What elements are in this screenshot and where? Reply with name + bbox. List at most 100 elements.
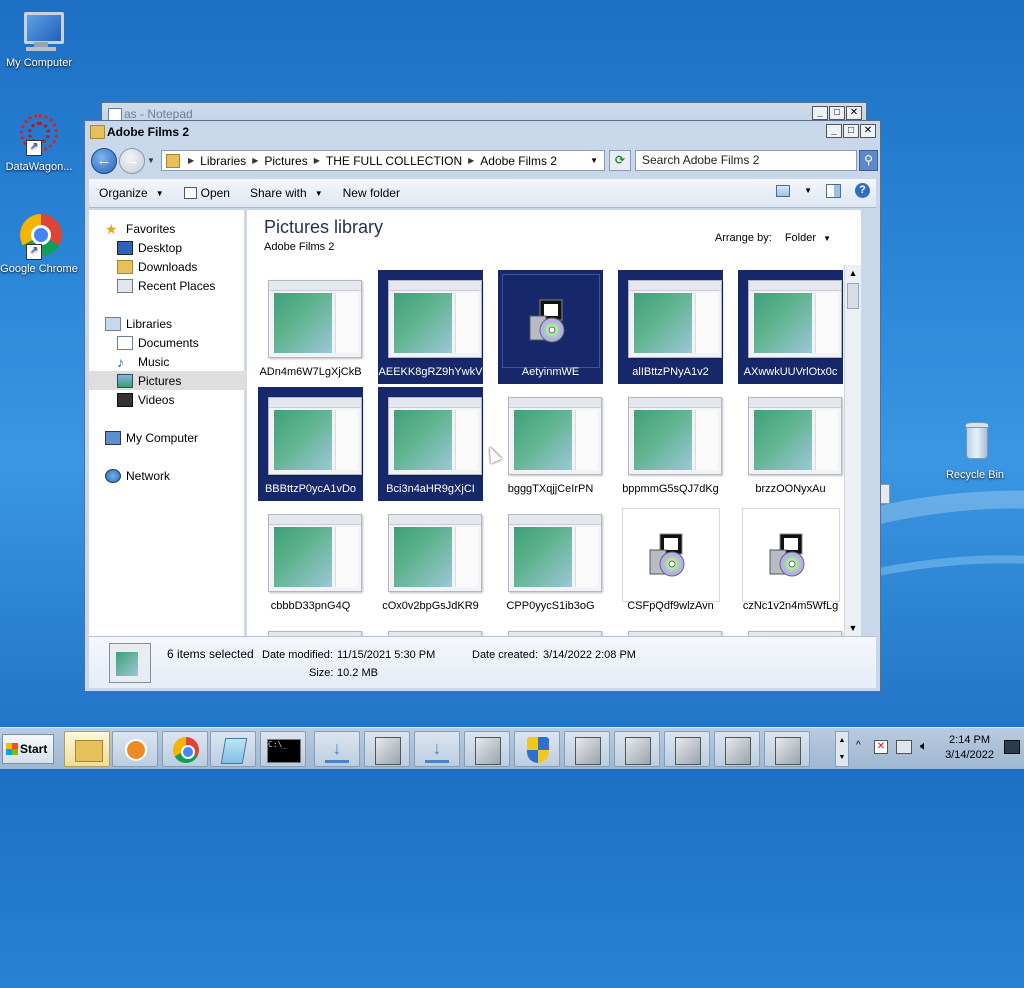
details-pane: 6 items selected Date modified: 11/15/20… [89, 636, 876, 688]
desktop-icon-datawagon[interactable]: ↗ DataWagon... [0, 112, 78, 173]
taskbar-installer-6[interactable] [614, 731, 660, 767]
volume-icon[interactable]: 🔈︎ [920, 738, 928, 754]
file-item-partial[interactable] [498, 621, 603, 636]
taskbar-installer-7[interactable] [664, 731, 710, 767]
file-item-image[interactable]: AXwwkUUVrlOtx0c [738, 270, 843, 384]
file-item-partial[interactable] [618, 621, 723, 636]
file-item-image[interactable]: alIBttzPNyA1v2 [618, 270, 723, 384]
show-hidden-icons[interactable]: ^ [856, 740, 861, 751]
desktop-icon-recycle-bin[interactable]: Recycle Bin [936, 420, 1014, 481]
forward-button[interactable]: → [119, 148, 145, 174]
view-options-icon[interactable] [776, 184, 791, 197]
minimize-button[interactable]: _ [826, 124, 842, 138]
nav-libraries[interactable]: Libraries [89, 314, 260, 333]
desktop-icon-my-computer[interactable]: My Computer [0, 8, 78, 69]
taskbar-notepad[interactable] [210, 731, 256, 767]
taskbar-installer-4[interactable] [464, 731, 510, 767]
nav-network[interactable]: Network [89, 466, 260, 485]
maximize-button[interactable]: □ [843, 124, 859, 138]
file-item-partial[interactable] [378, 621, 483, 636]
notepad-window-edge [880, 484, 890, 504]
file-item-image[interactable]: ADn4m6W7LgXjCkB [258, 270, 363, 384]
file-item-partial[interactable] [738, 621, 843, 636]
preview-pane-icon[interactable] [826, 183, 841, 198]
notepad-close-button[interactable]: ✕ [846, 106, 862, 120]
taskbar-explorer[interactable] [64, 731, 110, 767]
show-desktop-button[interactable] [1004, 740, 1020, 754]
breadcrumb-pictures[interactable]: Pictures [260, 154, 311, 168]
nav-desktop[interactable]: Desktop [89, 238, 272, 257]
organize-button[interactable]: Organize ▼ [89, 186, 174, 200]
address-dropdown-icon[interactable]: ▼ [590, 156, 598, 165]
downloads-icon [117, 259, 133, 274]
taskbar-scroll[interactable]: ▲ ▼ [835, 731, 849, 767]
file-item-image[interactable]: AEEKK8gRZ9hYwkV [378, 270, 483, 384]
nav-documents[interactable]: Documents [89, 333, 272, 352]
chevron-down-icon: ▼ [155, 188, 164, 198]
file-item-image[interactable]: CPP0yycS1ib3oG [498, 504, 603, 618]
file-item-installer[interactable]: AetyinmWE [498, 270, 603, 384]
file-item-image[interactable]: brzzOONyxAu [738, 387, 843, 501]
search-input[interactable]: Search Adobe Films 2 [635, 150, 857, 171]
taskbar-media-player[interactable] [112, 731, 158, 767]
file-item-installer[interactable]: CSFpQdf9wlzAvn [618, 504, 723, 618]
nav-favorites[interactable]: ★ Favorites [89, 219, 260, 238]
desktop-icon-chrome[interactable]: ↗ Google Chrome [0, 214, 78, 275]
scroll-up-arrow[interactable]: ▲ [845, 265, 861, 281]
file-item-image[interactable]: bppmmG5sQJ7dKg [618, 387, 723, 501]
clock-date: 3/14/2022 [945, 749, 994, 761]
taskbar-installer-5[interactable] [564, 731, 610, 767]
nav-downloads[interactable]: Downloads [89, 257, 272, 276]
notepad-minimize-button[interactable]: _ [812, 106, 828, 120]
notepad-maximize-button[interactable]: □ [829, 106, 845, 120]
recent-pages-dropdown[interactable]: ▼ [147, 156, 155, 165]
taskbar-installer-1[interactable]: ↓ [314, 731, 360, 767]
chevron-down-icon[interactable]: ▼ [804, 186, 812, 195]
taskbar-installer-9[interactable] [764, 731, 810, 767]
new-folder-button[interactable]: New folder [333, 186, 410, 200]
refresh-button[interactable]: ⟳ [609, 150, 631, 171]
scroll-thumb[interactable] [847, 283, 859, 309]
breadcrumb-libraries[interactable]: Libraries [196, 154, 250, 168]
desktop-icon-label: Google Chrome [0, 263, 78, 275]
vertical-scrollbar[interactable]: ▲ ▼ [844, 265, 861, 636]
file-item-installer[interactable]: czNc1v2n4m5WfLg [738, 504, 843, 618]
file-item-image[interactable]: cbbbD33pnG4Q [258, 504, 363, 618]
taskbar-installer-3[interactable]: ↓ [414, 731, 460, 767]
nav-recent-places[interactable]: Recent Places [89, 276, 272, 295]
windows-logo-icon [6, 743, 18, 755]
explorer-window[interactable]: Adobe Films 2 _ □ ✕ ← → ▼ ▶ Libraries ▶ … [84, 120, 881, 692]
scroll-down-arrow[interactable]: ▼ [845, 620, 861, 636]
start-button[interactable]: Start [2, 734, 54, 764]
breadcrumb-collection[interactable]: THE FULL COLLECTION [322, 154, 466, 168]
breadcrumb-adobe-films[interactable]: Adobe Films 2 [476, 154, 561, 168]
action-center-icon[interactable]: ✕ [874, 740, 888, 754]
taskbar-installer-2[interactable] [364, 731, 410, 767]
share-with-button[interactable]: Share with ▼ [240, 186, 333, 200]
clock[interactable]: 2:14 PM 3/14/2022 [945, 733, 994, 763]
network-icon[interactable] [896, 740, 912, 754]
taskbar-installer-8[interactable] [714, 731, 760, 767]
file-item-image[interactable]: BBBttzP0ycA1vDo [258, 387, 363, 501]
nav-pictures[interactable]: Pictures [89, 371, 272, 390]
nav-music[interactable]: ♪ Music [89, 352, 272, 371]
back-button[interactable]: ← [91, 148, 117, 174]
file-item-partial[interactable] [258, 621, 363, 636]
taskbar-chrome[interactable] [162, 731, 208, 767]
taskbar-cmd[interactable]: C:\_ [260, 731, 306, 767]
file-item-image[interactable]: bgggTXqjjCeIrPN [498, 387, 603, 501]
nav-my-computer[interactable]: My Computer [89, 428, 260, 447]
network-icon [105, 468, 121, 483]
taskbar-security[interactable] [514, 731, 560, 767]
details-thumbnail-icon [109, 643, 151, 683]
open-button[interactable]: Open [174, 186, 240, 200]
nav-videos[interactable]: Videos [89, 390, 272, 409]
file-item-image[interactable]: cOx0v2bpGsJdKR9 [378, 504, 483, 618]
file-item-image[interactable]: Bci3n4aHR9gXjCI [378, 387, 483, 501]
address-bar[interactable]: ▶ Libraries ▶ Pictures ▶ THE FULL COLLEC… [161, 150, 605, 171]
file-name: cOx0v2bpGsJdKR9 [382, 600, 479, 612]
close-button[interactable]: ✕ [860, 124, 876, 138]
help-icon[interactable]: ? [855, 183, 870, 198]
arrange-by[interactable]: Arrange by: Folder ▼ [715, 232, 831, 244]
search-icon[interactable]: ⚲ [859, 150, 878, 171]
